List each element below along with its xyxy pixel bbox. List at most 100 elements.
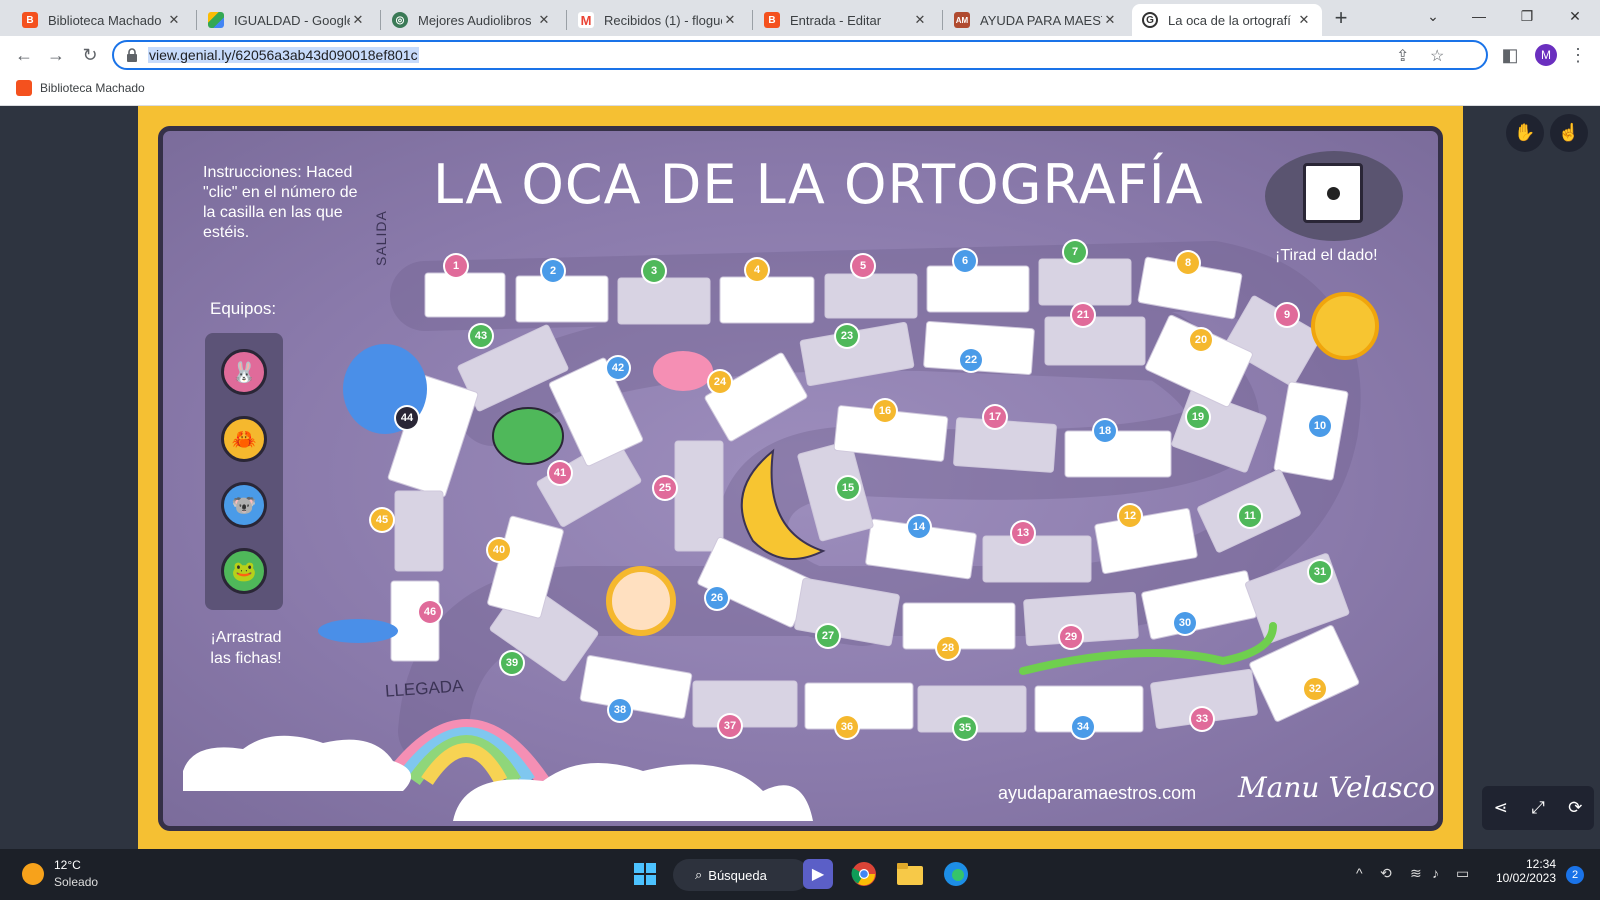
chevron-up-icon[interactable]: ^ — [1356, 865, 1363, 881]
taskbar-search[interactable]: ⌕ Búsqueda — [673, 859, 809, 891]
cell-number-46[interactable]: 46 — [419, 601, 441, 623]
close-window-button[interactable]: ✕ — [1552, 0, 1598, 32]
cell-number-6[interactable]: 6 — [954, 250, 976, 272]
cell-number-3[interactable]: 3 — [643, 260, 665, 282]
cell-number-30[interactable]: 30 — [1174, 612, 1196, 634]
touch-icon[interactable]: ☝ — [1550, 114, 1588, 152]
tab-entrada-editar[interactable]: B Entrada - Editar ✕ — [754, 4, 938, 36]
refresh-icon[interactable]: ⟳ — [1568, 798, 1582, 818]
taskbar-clock[interactable]: 12:34 10/02/2023 — [1492, 857, 1556, 885]
sun-icon[interactable] — [22, 863, 44, 885]
cell-number-25[interactable]: 25 — [654, 477, 676, 499]
cell-number-4[interactable]: 4 — [746, 259, 768, 281]
cell-number-14[interactable]: 14 — [908, 516, 930, 538]
notification-badge[interactable]: 2 — [1566, 866, 1584, 884]
close-icon[interactable]: ✕ — [1296, 12, 1312, 28]
cell-number-9[interactable]: 9 — [1276, 304, 1298, 326]
cell-number-36[interactable]: 36 — [836, 716, 858, 738]
share-page-icon[interactable]: ⇪ — [1396, 46, 1409, 66]
battery-icon[interactable]: ▭ — [1456, 865, 1469, 882]
cell-number-34[interactable]: 34 — [1072, 716, 1094, 738]
cell-number-12[interactable]: 12 — [1119, 505, 1141, 527]
tab-igualdad[interactable]: IGUALDAD - Google D ✕ — [198, 4, 376, 36]
close-icon[interactable]: ✕ — [536, 12, 552, 28]
cell-number-32[interactable]: 32 — [1304, 678, 1326, 700]
volume-icon[interactable]: ♪ — [1432, 865, 1439, 881]
cell-number-23[interactable]: 23 — [836, 325, 858, 347]
share-icon[interactable]: ⋖ — [1494, 798, 1508, 818]
cell-number-5[interactable]: 5 — [852, 255, 874, 277]
tab-la-oca[interactable]: G La oca de la ortografí ✕ — [1132, 4, 1322, 36]
tab-ayuda-maestros[interactable]: AM AYUDA PARA MAESTR ✕ — [944, 4, 1128, 36]
url-text[interactable]: view.genial.ly/62056a3ab43d090018ef801c — [148, 47, 419, 63]
wifi-icon[interactable]: ≋ — [1410, 865, 1422, 882]
cell-number-13[interactable]: 13 — [1012, 522, 1034, 544]
cell-number-24[interactable]: 24 — [709, 371, 731, 393]
cell-number-33[interactable]: 33 — [1191, 708, 1213, 730]
cell-number-37[interactable]: 37 — [719, 715, 741, 737]
file-explorer-icon[interactable] — [895, 859, 925, 889]
cell-number-45[interactable]: 45 — [371, 509, 393, 531]
cell-number-8[interactable]: 8 — [1177, 252, 1199, 274]
team-token-koala[interactable]: 🐨 — [221, 482, 267, 528]
bookmark-star-icon[interactable]: ☆ — [1430, 46, 1444, 66]
cell-number-22[interactable]: 22 — [960, 349, 982, 371]
cell-number-35[interactable]: 35 — [954, 717, 976, 739]
minimize-button[interactable]: — — [1456, 0, 1502, 32]
forward-button[interactable]: → — [44, 44, 68, 68]
cell-number-10[interactable]: 10 — [1309, 415, 1331, 437]
cell-number-18[interactable]: 18 — [1094, 420, 1116, 442]
team-token-crab[interactable]: 🦀 — [221, 416, 267, 462]
cell-number-20[interactable]: 20 — [1190, 329, 1212, 351]
meet-icon[interactable]: ▶ — [803, 859, 833, 889]
cell-number-11[interactable]: 11 — [1239, 505, 1261, 527]
reload-button[interactable]: ↻ — [78, 44, 102, 68]
close-icon[interactable]: ✕ — [722, 12, 738, 28]
close-icon[interactable]: ✕ — [912, 12, 928, 28]
tab-audiolibros[interactable]: ◎ Mejores Audiolibros F ✕ — [382, 4, 562, 36]
tab-gmail[interactable]: M Recibidos (1) - flogue ✕ — [568, 4, 748, 36]
cell-number-39[interactable]: 39 — [501, 652, 523, 674]
sync-icon[interactable]: ⟲ — [1380, 865, 1392, 882]
close-icon[interactable]: ✕ — [1102, 12, 1118, 28]
new-tab-button[interactable]: + — [1327, 4, 1355, 32]
close-icon[interactable]: ✕ — [166, 12, 182, 28]
windows-start-icon[interactable] — [630, 859, 660, 889]
close-icon[interactable]: ✕ — [350, 12, 366, 28]
side-panel-icon[interactable]: ◧ — [1498, 44, 1522, 68]
cell-number-28[interactable]: 28 — [937, 637, 959, 659]
cell-number-2[interactable]: 2 — [542, 260, 564, 282]
avatar[interactable]: M — [1535, 44, 1557, 66]
cell-number-26[interactable]: 26 — [706, 587, 728, 609]
bookmark-biblioteca-machado[interactable]: Biblioteca Machado — [16, 80, 145, 96]
chrome-icon[interactable] — [849, 859, 879, 889]
cell-number-19[interactable]: 19 — [1187, 406, 1209, 428]
cell-number-31[interactable]: 31 — [1309, 561, 1331, 583]
cell-number-41[interactable]: 41 — [549, 462, 571, 484]
tab-biblioteca-machado[interactable]: B Biblioteca Machado ✕ — [12, 4, 192, 36]
cell-number-38[interactable]: 38 — [609, 699, 631, 721]
cell-number-16[interactable]: 16 — [874, 400, 896, 422]
menu-icon[interactable]: ⋮ — [1566, 44, 1590, 68]
cell-number-7[interactable]: 7 — [1064, 241, 1086, 263]
cell-number-44[interactable]: 44 — [396, 407, 418, 429]
back-button[interactable]: ← — [12, 44, 36, 68]
cell-number-43[interactable]: 43 — [470, 325, 492, 347]
hand-icon[interactable]: ✋ — [1506, 114, 1544, 152]
edge-icon[interactable] — [941, 859, 971, 889]
team-token-rabbit[interactable]: 🐰 — [221, 349, 267, 395]
cell-number-42[interactable]: 42 — [607, 357, 629, 379]
cell-number-40[interactable]: 40 — [488, 539, 510, 561]
address-bar[interactable]: view.genial.ly/62056a3ab43d090018ef801c … — [112, 40, 1488, 70]
cell-number-21[interactable]: 21 — [1072, 304, 1094, 326]
cell-number-1[interactable]: 1 — [445, 255, 467, 277]
fullscreen-icon[interactable]: ⤢ — [1531, 798, 1545, 818]
maximize-button[interactable]: ❐ — [1504, 0, 1550, 32]
dice-button[interactable] — [1303, 163, 1363, 223]
cell-number-29[interactable]: 29 — [1060, 626, 1082, 648]
cell-number-15[interactable]: 15 — [837, 477, 859, 499]
team-token-frog[interactable]: 🐸 — [221, 548, 267, 594]
tab-search-icon[interactable]: ⌄ — [1410, 0, 1456, 32]
cell-number-17[interactable]: 17 — [984, 406, 1006, 428]
cell-number-27[interactable]: 27 — [817, 625, 839, 647]
